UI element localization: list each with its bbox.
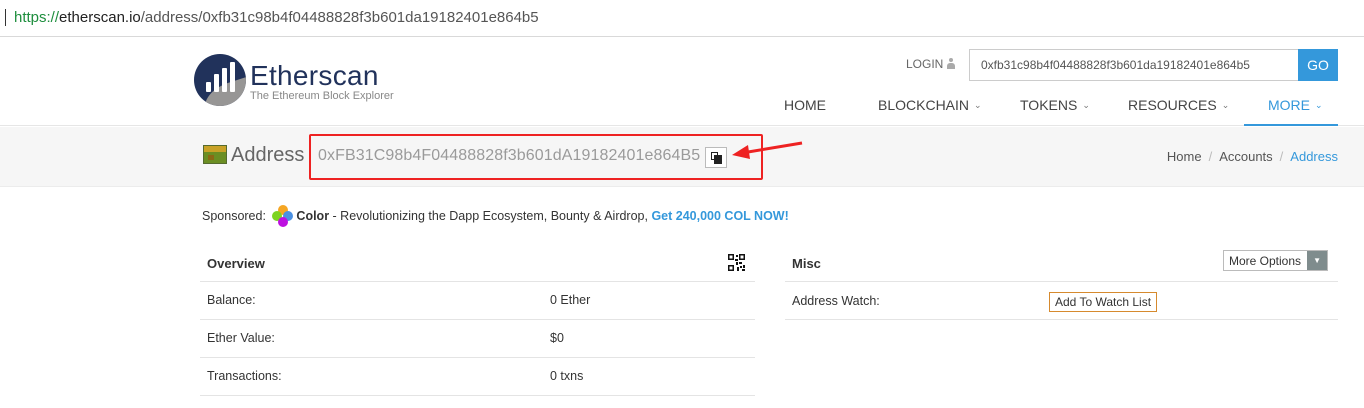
sponsored-banner: Sponsored: Color - Revolutionizing the D… <box>202 205 789 227</box>
nav-home[interactable]: HOME <box>784 97 826 113</box>
nav-tokens[interactable]: TOKENS ⌄ <box>1020 97 1090 113</box>
url-path: /address/0xfb31c98b4f04488828f3b601da191… <box>140 9 539 26</box>
url-host: etherscan.io <box>59 9 141 26</box>
nav-blockchain[interactable]: BLOCKCHAIN ⌄ <box>878 97 982 113</box>
url-scheme: https:// <box>14 9 60 26</box>
breadcrumb-separator: / <box>1279 149 1284 164</box>
ether-value-label: Ether Value: <box>207 331 275 345</box>
breadcrumb-separator: / <box>1208 149 1213 164</box>
more-options-dropdown[interactable]: More Options ▼ <box>1223 250 1329 271</box>
breadcrumb-accounts[interactable]: Accounts <box>1219 149 1272 164</box>
sponsored-cta-link[interactable]: Get 240,000 COL NOW! <box>651 209 788 223</box>
copy-address-button[interactable] <box>705 147 727 168</box>
logo-bar <box>214 74 219 92</box>
login-link[interactable]: LOGIN <box>906 57 956 71</box>
row-divider <box>200 319 755 320</box>
sponsored-brand[interactable]: Color <box>296 209 329 223</box>
balance-label: Balance: <box>207 293 256 307</box>
login-label: LOGIN <box>906 57 944 71</box>
qr-code-icon[interactable] <box>728 254 745 271</box>
chevron-down-icon: ⌄ <box>1221 100 1230 110</box>
sponsored-text: - Revolutionizing the Dapp Ecosystem, Bo… <box>329 209 652 223</box>
chevron-down-icon: ⌄ <box>1315 100 1323 110</box>
breadcrumb: Home / Accounts / Address <box>1167 149 1338 164</box>
browser-url-bar[interactable]: https://etherscan.io/address/0xfb31c98b4… <box>0 0 1364 37</box>
nav-active-indicator <box>1244 124 1338 126</box>
row-divider <box>785 319 1338 320</box>
sponsored-label: Sponsored: <box>202 209 266 223</box>
transactions-value[interactable]: 0 txns <box>550 369 583 383</box>
chevron-down-icon: ⌄ <box>1082 100 1090 110</box>
user-icon <box>947 58 956 69</box>
row-divider <box>200 357 755 358</box>
site-header: Etherscan The Ethereum Block Explorer LO… <box>0 38 1364 126</box>
add-to-watch-list-button[interactable]: Add To Watch List <box>1049 292 1158 312</box>
overview-title: Overview <box>207 256 265 271</box>
page-title: Address <box>231 144 305 166</box>
red-arrow-icon <box>732 141 803 159</box>
nav-more[interactable]: MORE ⌄ <box>1268 97 1323 113</box>
nav-home-label: HOME <box>784 97 826 113</box>
search-input[interactable] <box>969 49 1298 81</box>
chevron-down-icon: ⌄ <box>974 100 982 110</box>
nav-resources-label: RESOURCES <box>1128 97 1217 113</box>
balance-value: 0 Ether <box>550 293 591 307</box>
row-divider <box>785 281 1338 282</box>
row-divider <box>200 395 755 396</box>
logo-bar <box>206 82 211 92</box>
transactions-label: Transactions: <box>207 369 282 383</box>
more-options-label: More Options <box>1229 253 1302 268</box>
ether-value-value: $0 <box>550 331 564 345</box>
address-hash: 0xFB31C98b4F04488828f3b601dA19182401e864… <box>318 147 701 164</box>
address-bar-url[interactable]: https://etherscan.io/address/0xfb31c98b4… <box>14 9 539 26</box>
nav-tokens-label: TOKENS <box>1020 97 1078 113</box>
row-divider <box>200 281 755 282</box>
main-nav: HOME BLOCKCHAIN ⌄ TOKENS ⌄ RESOURCES ⌄ MORE… <box>0 94 1364 126</box>
copy-icon-fill <box>714 155 722 164</box>
address-identicon-icon <box>203 145 227 164</box>
go-button[interactable]: GO <box>1298 49 1338 81</box>
chevron-down-icon: ▼ <box>1307 251 1328 270</box>
page-title-band: Address 0xFB31C98b4F04488828f3b601dA1918… <box>0 127 1364 187</box>
address-watch-label: Address Watch: <box>792 294 880 308</box>
misc-title: Misc <box>792 256 821 271</box>
logo-bar <box>230 62 235 92</box>
url-bar-edge <box>5 9 6 26</box>
nav-blockchain-label: BLOCKCHAIN <box>878 97 970 113</box>
color-logo-icon <box>272 205 294 227</box>
nav-resources[interactable]: RESOURCES ⌄ <box>1128 97 1229 113</box>
brand-name[interactable]: Etherscan <box>250 60 379 92</box>
breadcrumb-home[interactable]: Home <box>1167 149 1202 164</box>
logo-bar <box>222 68 227 92</box>
breadcrumb-address: Address <box>1290 149 1338 164</box>
nav-more-label: MORE <box>1268 97 1310 113</box>
